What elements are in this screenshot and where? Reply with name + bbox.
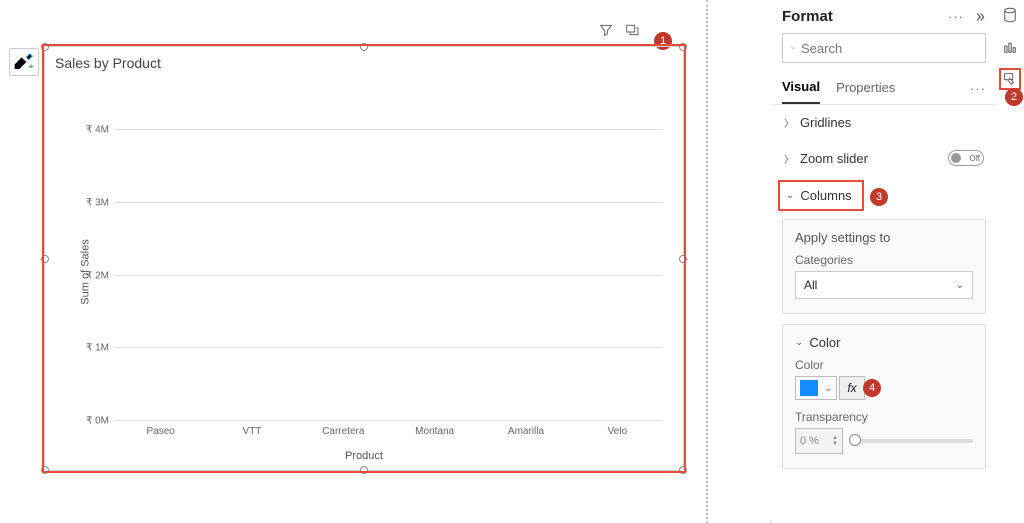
color-card-header[interactable]: ⌄ Color	[795, 335, 973, 358]
tab-visual[interactable]: Visual	[782, 73, 820, 104]
categories-label: Categories	[795, 253, 973, 267]
chevron-right-icon: 〉	[784, 115, 794, 130]
x-axis-label: Product	[345, 450, 383, 462]
toggle-label: Off	[969, 154, 980, 163]
gridline: ₹ 3M	[115, 202, 663, 203]
right-rail	[998, 4, 1022, 90]
chart-title: Sales by Product	[45, 47, 683, 75]
visual-header-actions	[598, 22, 640, 41]
resize-handle[interactable]	[41, 43, 49, 51]
x-tick-label: Velo	[608, 426, 627, 437]
spinner-icon[interactable]: ▲▼	[832, 435, 838, 447]
card-label: Color	[809, 335, 840, 350]
report-canvas: 1 Sales by Product Sum of Sales Product …	[0, 0, 700, 520]
data-pane-icon[interactable]	[999, 4, 1021, 26]
gridline: ₹ 2M	[115, 275, 663, 276]
color-label: Color	[795, 358, 973, 372]
x-tick-label: VTT	[243, 426, 262, 437]
brush-icon	[10, 48, 38, 76]
chevron-down-icon: ⌄	[786, 190, 794, 201]
y-tick-label: ₹ 3M	[86, 198, 109, 209]
filter-icon[interactable]	[598, 22, 614, 41]
color-card: ⌄ Color Color ⌄ fx 4 Transparency 0 % ▲▼	[782, 324, 986, 469]
annotation-badge-2: 2	[1005, 88, 1023, 106]
apply-settings-panel: Apply settings to Categories All ⌄	[782, 219, 986, 314]
gridline: ₹ 1M	[115, 347, 663, 348]
x-tick-label: Montana	[415, 426, 454, 437]
slider-thumb[interactable]	[849, 434, 861, 446]
expand-icon[interactable]	[972, 10, 986, 24]
resize-handle[interactable]	[679, 466, 687, 474]
chevron-down-icon: ⌄	[795, 337, 803, 348]
pane-title: Format	[782, 8, 940, 25]
more-icon[interactable]: ···	[948, 9, 964, 24]
fx-label: fx	[847, 381, 856, 395]
fx-button[interactable]: fx	[839, 376, 865, 400]
x-tick-label: Paseo	[146, 426, 174, 437]
zoom-toggle[interactable]: Off	[948, 150, 984, 166]
annotation-badge-3: 3	[870, 188, 888, 206]
format-pane-icon[interactable]	[999, 68, 1021, 90]
x-tick-label: Amarilla	[508, 426, 544, 437]
search-icon	[791, 41, 795, 55]
build-pane-icon[interactable]	[999, 36, 1021, 58]
panel-header: Apply settings to	[795, 230, 973, 245]
transparency-input[interactable]: 0 % ▲▼	[795, 428, 843, 454]
resize-handle[interactable]	[360, 43, 368, 51]
dropdown-value: All	[804, 278, 817, 292]
card-columns[interactable]: ⌄ Columns	[778, 180, 864, 211]
y-tick-label: ₹ 2M	[86, 270, 109, 281]
format-tabs: Visual Properties ···	[772, 71, 996, 105]
transparency-label: Transparency	[795, 410, 973, 424]
bar-chart-visual[interactable]: Sales by Product Sum of Sales Product Pa…	[44, 46, 684, 471]
resize-handle[interactable]	[41, 466, 49, 474]
y-tick-label: ₹ 0M	[86, 416, 109, 427]
tab-properties[interactable]: Properties	[836, 74, 895, 103]
search-field[interactable]	[801, 41, 977, 56]
resize-handle[interactable]	[360, 466, 368, 474]
resize-handle[interactable]	[679, 255, 687, 263]
gridline: ₹ 4M	[115, 129, 663, 130]
card-label: Columns	[800, 188, 851, 203]
categories-dropdown[interactable]: All ⌄	[795, 271, 973, 299]
y-tick-label: ₹ 4M	[86, 125, 109, 136]
focus-mode-icon[interactable]	[624, 22, 640, 41]
format-pane: Format ··· Visual Properties ··· 〉 Gridl…	[720, 0, 996, 520]
chevron-down-icon: ⌄	[824, 383, 832, 394]
color-swatch	[800, 380, 818, 396]
bars-container: PaseoVTTCarreteraMontanaAmarillaVelo	[115, 93, 663, 420]
transparency-slider[interactable]	[853, 439, 973, 443]
card-label: Zoom slider	[800, 151, 868, 166]
plot-area: Sum of Sales Product PaseoVTTCarreteraMo…	[55, 83, 673, 460]
chevron-right-icon: 〉	[784, 151, 794, 166]
resize-handle[interactable]	[679, 43, 687, 51]
canvas-divider	[706, 0, 708, 523]
y-tick-label: ₹ 1M	[86, 343, 109, 354]
resize-handle[interactable]	[41, 255, 49, 263]
format-painter-button[interactable]	[9, 48, 39, 76]
gridline: ₹ 0M	[115, 420, 663, 421]
x-tick-label: Carretera	[322, 426, 364, 437]
card-gridlines[interactable]: 〉 Gridlines	[772, 105, 996, 140]
card-label: Gridlines	[800, 115, 851, 130]
transparency-value: 0 %	[800, 435, 819, 447]
search-input[interactable]	[782, 33, 986, 63]
card-zoom-slider[interactable]: 〉 Zoom slider Off	[772, 140, 996, 176]
chart-grid: PaseoVTTCarreteraMontanaAmarillaVelo ₹ 0…	[115, 93, 663, 420]
color-swatch-dropdown[interactable]: ⌄	[795, 376, 837, 400]
annotation-badge-4: 4	[863, 379, 881, 397]
tabs-overflow-icon[interactable]: ···	[970, 81, 986, 96]
chevron-down-icon: ⌄	[956, 280, 964, 291]
